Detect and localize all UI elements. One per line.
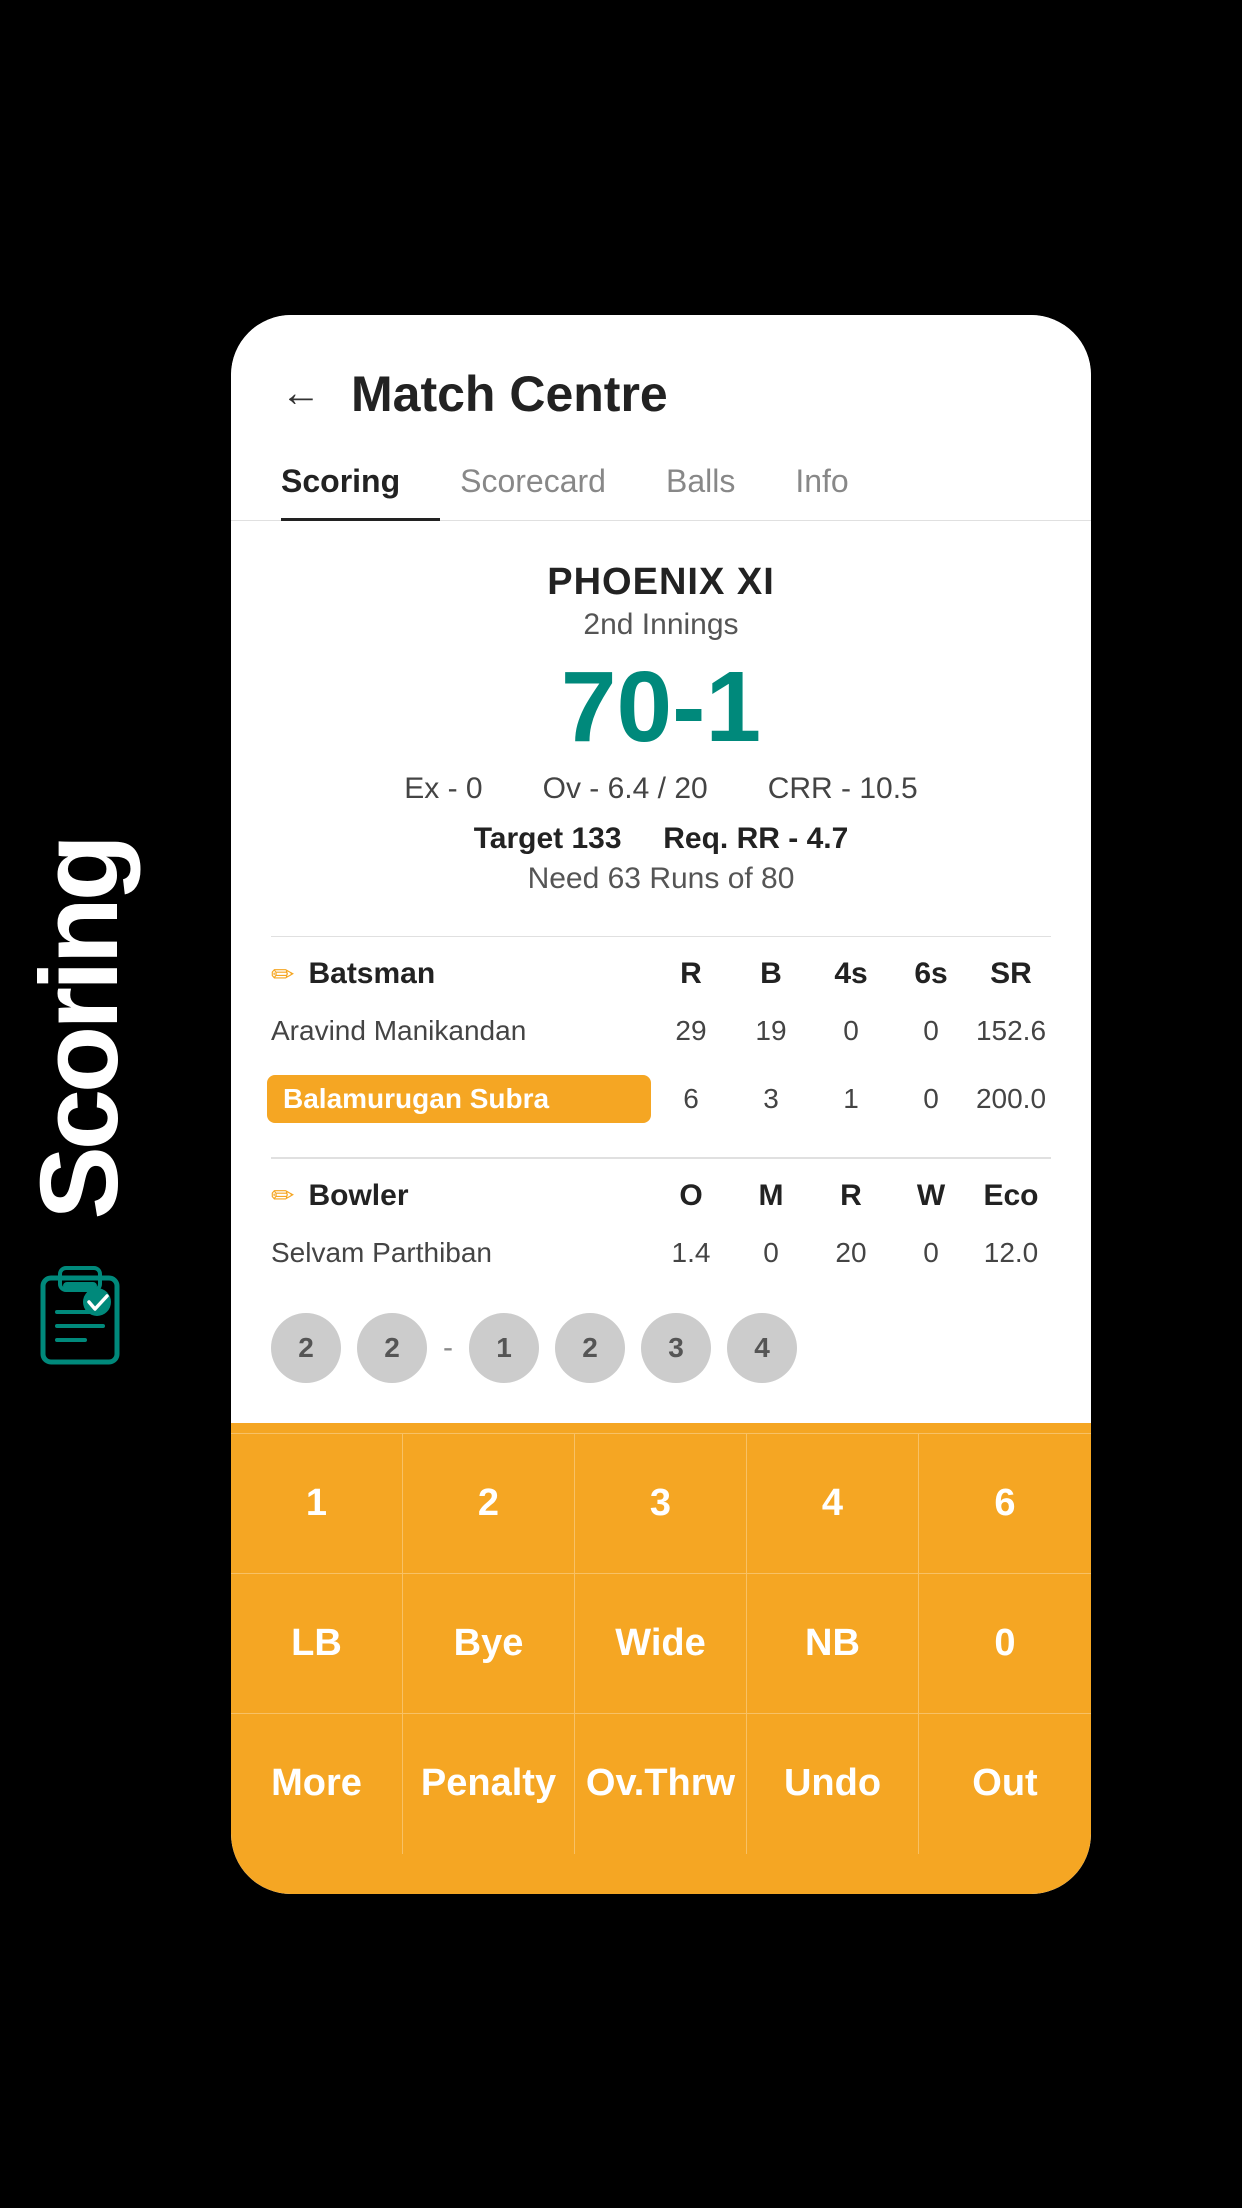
ball-sep: - [443,1331,453,1365]
scoring-pad: 1 2 3 4 6 LB Bye Wide NB 0 More Penalty … [231,1423,1091,1894]
bowling-table: ✏ Bowler O M R W Eco Selvam Parthiban 1.… [231,1179,1091,1283]
pad-wide[interactable]: Wide [575,1574,747,1714]
back-button[interactable]: ← [281,371,321,416]
batting-col-sr: SR [971,957,1051,991]
batting-col-r: R [651,957,731,991]
batting-row-2[interactable]: Balamurugan Subra 6 3 1 0 200.0 [271,1061,1051,1137]
pad-2[interactable]: 2 [403,1434,575,1574]
pad-more[interactable]: More [231,1714,403,1854]
tab-balls[interactable]: Balls [666,443,775,520]
batting-col-6s: 6s [891,957,971,991]
batting-row-1: Aravind Manikandan 29 19 0 0 152.6 [271,1001,1051,1061]
pad-1[interactable]: 1 [231,1434,403,1574]
tab-scorecard[interactable]: Scorecard [460,443,646,520]
batsman-1-sr: 152.6 [971,1015,1051,1047]
crr: CRR - 10.5 [768,772,918,806]
ball-2: 2 [357,1313,427,1383]
batting-header: ✏ Batsman R B 4s 6s SR [271,957,1051,991]
header: ← Match Centre [231,315,1091,443]
bowling-col-w: W [891,1179,971,1213]
batsman-1-r: 29 [651,1015,731,1047]
bowling-header: ✏ Bowler O M R W Eco [271,1179,1051,1213]
side-label: Scoring [0,0,160,2208]
bowling-col-o: O [651,1179,731,1213]
bowling-col-eco: Eco [971,1179,1051,1213]
pad-4[interactable]: 4 [747,1434,919,1574]
bowler-1-name: Selvam Parthiban [271,1237,651,1269]
divider-2 [271,1157,1051,1159]
bowler-1-w: 0 [891,1237,971,1269]
batting-table: ✏ Batsman R B 4s 6s SR Aravind Manikanda… [231,957,1091,1137]
pad-penalty[interactable]: Penalty [403,1714,575,1854]
batsman-2-b: 3 [731,1083,811,1115]
batting-col-4s: 4s [811,957,891,991]
main-score: 70-1 [251,652,1071,762]
pad-out[interactable]: Out [919,1714,1091,1854]
req-rr: Req. RR - 4.7 [663,822,848,855]
card-white-section: ← Match Centre Scoring Scorecard Balls I… [231,315,1091,1423]
batting-edit-icon[interactable]: ✏ [271,958,294,991]
scoring-vertical-text: Scoring [25,838,135,1220]
ball-1: 2 [271,1313,341,1383]
innings-label: 2nd Innings [251,608,1071,642]
divider-1 [271,936,1051,938]
score-meta: Ex - 0 Ov - 6.4 / 20 CRR - 10.5 [251,772,1071,806]
pad-6[interactable]: 6 [919,1434,1091,1574]
pad-grid: 1 2 3 4 6 LB Bye Wide NB 0 More Penalty … [231,1433,1091,1854]
extras: Ex - 0 [404,772,482,806]
pad-bye[interactable]: Bye [403,1574,575,1714]
target: Target 133 [474,822,622,855]
pad-ov-thrw[interactable]: Ov.Thrw [575,1714,747,1854]
batsman-1-name: Aravind Manikandan [271,1015,651,1047]
batting-col-b: B [731,957,811,991]
pad-0[interactable]: 0 [919,1574,1091,1714]
batsman-1-b: 19 [731,1015,811,1047]
tab-scoring[interactable]: Scoring [281,443,440,520]
bowling-col-r: R [811,1179,891,1213]
bowler-1-o: 1.4 [651,1237,731,1269]
pad-lb[interactable]: LB [231,1574,403,1714]
tabs-bar: Scoring Scorecard Balls Info [231,443,1091,521]
bowler-1-m: 0 [731,1237,811,1269]
batsman-2-name: Balamurugan Subra [267,1075,651,1123]
page-title: Match Centre [351,365,668,423]
batsman-2-6s: 0 [891,1083,971,1115]
pad-3[interactable]: 3 [575,1434,747,1574]
target-row: Target 133 Req. RR - 4.7 [251,822,1071,856]
ball-3: 1 [469,1313,539,1383]
pad-nb[interactable]: NB [747,1574,919,1714]
batsman-1-6s: 0 [891,1015,971,1047]
phone-card: ← Match Centre Scoring Scorecard Balls I… [231,315,1091,1894]
bowler-1-r: 20 [811,1237,891,1269]
ball-6: 4 [727,1313,797,1383]
bowler-1-eco: 12.0 [971,1237,1051,1269]
bowling-edit-icon[interactable]: ✏ [271,1179,294,1212]
pad-undo[interactable]: Undo [747,1714,919,1854]
bowling-col-m: M [731,1179,811,1213]
clipboard-icon [35,1260,125,1370]
batsman-1-4s: 0 [811,1015,891,1047]
batting-col-name: Batsman [308,957,651,991]
score-section: PHOENIX XI 2nd Innings 70-1 Ex - 0 Ov - … [231,521,1091,916]
batsman-2-4s: 1 [811,1083,891,1115]
overs: Ov - 6.4 / 20 [543,772,708,806]
bowling-col-name: Bowler [308,1179,651,1213]
ball-history: 2 2 - 1 2 3 4 [231,1293,1091,1403]
batsman-2-sr: 200.0 [971,1083,1051,1115]
ball-5: 3 [641,1313,711,1383]
batsman-2-r: 6 [651,1083,731,1115]
team-name: PHOENIX XI [251,561,1071,604]
tab-info[interactable]: Info [795,443,888,520]
bowling-row-1: Selvam Parthiban 1.4 0 20 0 12.0 [271,1223,1051,1283]
need-row: Need 63 Runs of 80 [251,862,1071,896]
ball-4: 2 [555,1313,625,1383]
